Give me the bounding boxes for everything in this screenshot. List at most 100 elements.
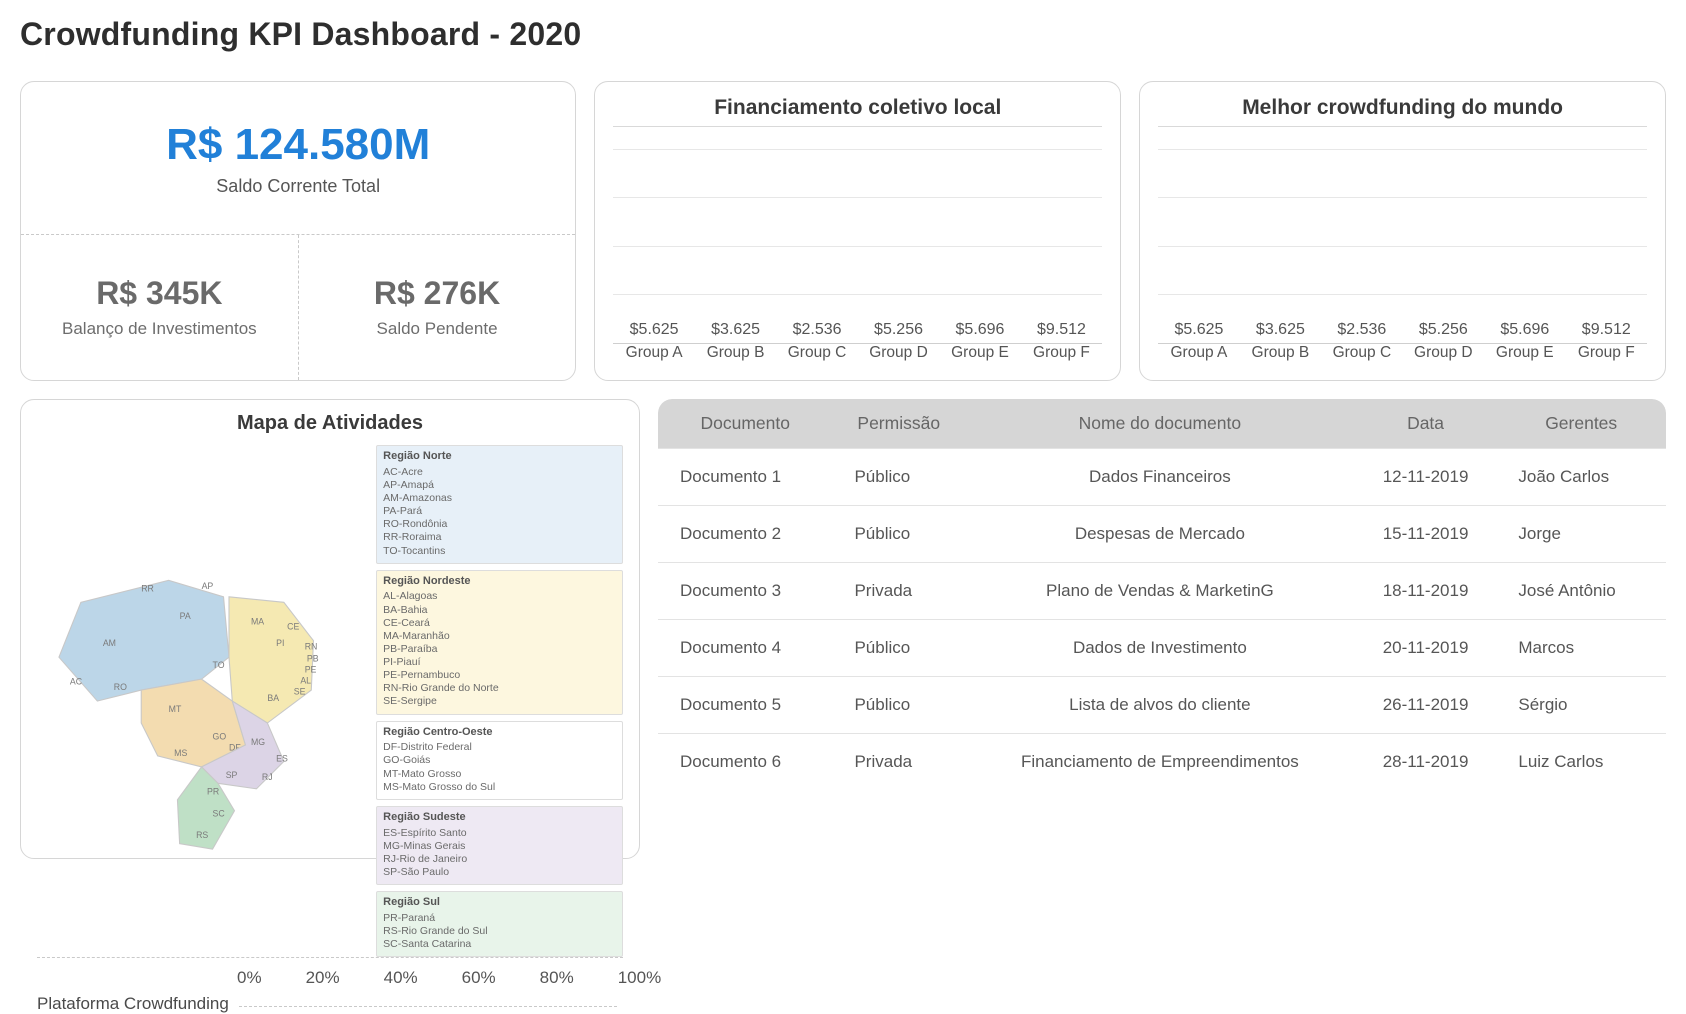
- bar-value-label: $9.512: [1582, 321, 1631, 339]
- table-cell: Privada: [832, 734, 965, 791]
- bar-category-label: Group B: [1244, 344, 1317, 370]
- bar-category-label: Group E: [943, 344, 1016, 370]
- table-cell: Público: [832, 449, 965, 506]
- table-cell: Documento 2: [658, 506, 832, 563]
- table-cell: Luiz Carlos: [1496, 734, 1666, 791]
- table-cell: Público: [832, 620, 965, 677]
- svg-text:PE: PE: [305, 665, 317, 675]
- table-header: Permissão: [832, 399, 965, 449]
- bar-value-label: $3.625: [1256, 321, 1305, 339]
- table-cell: Privada: [832, 563, 965, 620]
- table-cell: 20-11-2019: [1355, 620, 1497, 677]
- table-cell: Dados Financeiros: [965, 449, 1355, 506]
- axis-tick: 60%: [462, 968, 496, 988]
- bar-value-label: $5.625: [1174, 321, 1223, 339]
- svg-text:GO: GO: [213, 731, 227, 741]
- documents-table-card: DocumentoPermissãoNome do documentoDataG…: [658, 399, 1666, 859]
- svg-text:AL: AL: [300, 676, 311, 686]
- svg-text:RS: RS: [196, 830, 208, 840]
- svg-text:MA: MA: [251, 616, 264, 626]
- svg-text:RN: RN: [305, 641, 318, 651]
- chart-best-world-crowdfunding: Melhor crowdfunding do mundo $5.625 $3.62…: [1139, 81, 1666, 381]
- platform-track: [239, 1001, 617, 1007]
- svg-text:AM: AM: [103, 638, 116, 648]
- table-cell: Jorge: [1496, 506, 1666, 563]
- map-title: Mapa de Atividades: [37, 412, 623, 435]
- svg-text:CE: CE: [287, 622, 299, 632]
- platform-label: Plataforma Crowdfunding: [37, 994, 229, 1014]
- table-cell: 15-11-2019: [1355, 506, 1497, 563]
- bar-category-label: Group F: [1025, 344, 1098, 370]
- bar-category-label: Group E: [1488, 344, 1561, 370]
- table-cell: Financiamento de Empreendimentos: [965, 734, 1355, 791]
- chart-title: Financiamento coletivo local: [613, 96, 1102, 120]
- activity-map-card: Mapa de Atividades AM PA AC RR AP TO RO …: [20, 399, 640, 859]
- table-cell: Documento 1: [658, 449, 832, 506]
- table-cell: José Antônio: [1496, 563, 1666, 620]
- table-cell: Sérgio: [1496, 677, 1666, 734]
- table-cell: 12-11-2019: [1355, 449, 1497, 506]
- svg-text:PB: PB: [307, 654, 319, 664]
- table-header: Documento: [658, 399, 832, 449]
- kpi-pending-value: R$ 276K: [374, 275, 500, 312]
- legend-region: Região NorteAC-AcreAP-AmapáAM-AmazonasPA…: [376, 445, 623, 564]
- bar-value-label: $5.256: [874, 321, 923, 339]
- kpi-card: R$ 124.580M Saldo Corrente Total R$ 345K…: [20, 81, 576, 381]
- table-row[interactable]: Documento 3PrivadaPlano de Vendas & Mark…: [658, 563, 1666, 620]
- svg-text:ES: ES: [276, 753, 288, 763]
- table-cell: João Carlos: [1496, 449, 1666, 506]
- table-cell: Documento 3: [658, 563, 832, 620]
- legend-region: Região Centro-OesteDF-Distrito FederalGO…: [376, 721, 623, 800]
- svg-text:PI: PI: [276, 638, 284, 648]
- table-cell: Lista de alvos do cliente: [965, 677, 1355, 734]
- svg-text:SC: SC: [213, 808, 225, 818]
- svg-text:RJ: RJ: [262, 772, 273, 782]
- table-cell: 28-11-2019: [1355, 734, 1497, 791]
- table-row[interactable]: Documento 4PúblicoDados de Investimento2…: [658, 620, 1666, 677]
- brazil-map: AM PA AC RR AP TO RO MA CE PI RN PB PE A…: [37, 445, 366, 957]
- table-row[interactable]: Documento 2PúblicoDespesas de Mercado15-…: [658, 506, 1666, 563]
- bar-value-label: $2.536: [1337, 321, 1386, 339]
- svg-text:SE: SE: [294, 686, 306, 696]
- table-cell: 26-11-2019: [1355, 677, 1497, 734]
- map-axis: 0%20%40%60%80%100%: [237, 968, 623, 988]
- bar-category-label: Group D: [1407, 344, 1480, 370]
- svg-text:MG: MG: [251, 737, 265, 747]
- table-cell: 18-11-2019: [1355, 563, 1497, 620]
- table-row[interactable]: Documento 6PrivadaFinanciamento de Empre…: [658, 734, 1666, 791]
- bar-value-label: $2.536: [793, 321, 842, 339]
- kpi-invest-label: Balanço de Investimentos: [62, 318, 257, 340]
- page-title: Crowdfunding KPI Dashboard - 2020: [20, 16, 1666, 53]
- bar-category-label: Group C: [780, 344, 853, 370]
- svg-text:RR: RR: [141, 583, 154, 593]
- table-cell: Documento 6: [658, 734, 832, 791]
- svg-text:PA: PA: [180, 611, 191, 621]
- axis-tick: 20%: [306, 968, 340, 988]
- table-cell: Dados de Investimento: [965, 620, 1355, 677]
- documents-table: DocumentoPermissãoNome do documentoDataG…: [658, 399, 1666, 790]
- table-row[interactable]: Documento 1PúblicoDados Financeiros12-11…: [658, 449, 1666, 506]
- table-cell: Documento 5: [658, 677, 832, 734]
- axis-tick: 40%: [384, 968, 418, 988]
- kpi-invest-value: R$ 345K: [96, 275, 222, 312]
- bar-value-label: $5.625: [630, 321, 679, 339]
- table-row[interactable]: Documento 5PúblicoLista de alvos do clie…: [658, 677, 1666, 734]
- bar-category-label: Group A: [1162, 344, 1235, 370]
- chart-title: Melhor crowdfunding do mundo: [1158, 96, 1647, 120]
- kpi-total-label: Saldo Corrente Total: [216, 176, 380, 197]
- bar-value-label: $9.512: [1037, 321, 1086, 339]
- kpi-total-value: R$ 124.580M: [166, 120, 430, 170]
- svg-text:BA: BA: [267, 693, 279, 703]
- table-cell: Plano de Vendas & MarketinG: [965, 563, 1355, 620]
- table-header: Nome do documento: [965, 399, 1355, 449]
- bar-category-label: Group F: [1570, 344, 1643, 370]
- bar-category-label: Group C: [1325, 344, 1398, 370]
- table-header: Gerentes: [1496, 399, 1666, 449]
- table-cell: Público: [832, 677, 965, 734]
- svg-text:TO: TO: [213, 660, 225, 670]
- svg-text:AP: AP: [202, 581, 214, 591]
- table-cell: Despesas de Mercado: [965, 506, 1355, 563]
- table-header: Data: [1355, 399, 1497, 449]
- bar-category-label: Group A: [617, 344, 690, 370]
- legend-region: Região SudesteES-Espírito SantoMG-Minas …: [376, 806, 623, 885]
